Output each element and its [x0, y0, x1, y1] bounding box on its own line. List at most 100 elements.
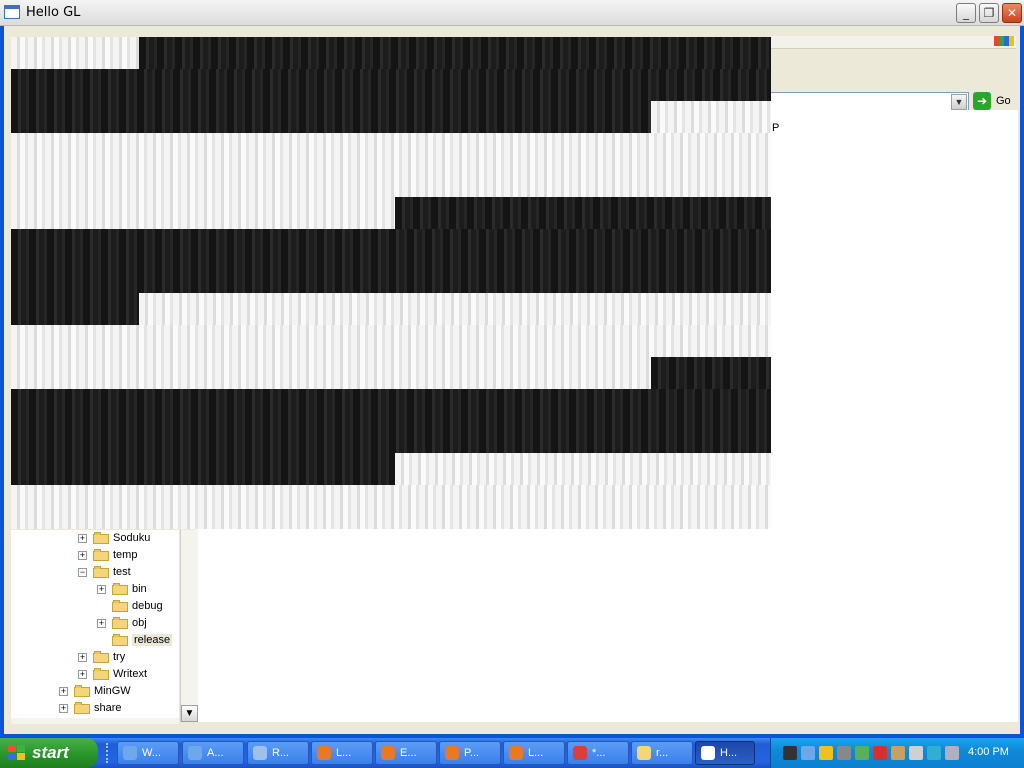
scroll-down-icon[interactable]: ▼ [181, 705, 198, 722]
taskbar-button-label: R... [272, 747, 290, 759]
chevron-down-icon[interactable]: ▼ [951, 94, 967, 110]
tree-item-label: bin [132, 583, 147, 595]
taskbar-button[interactable]: W... [117, 741, 179, 765]
collapse-icon[interactable]: − [78, 567, 87, 577]
expand-icon[interactable]: + [78, 652, 87, 662]
taskbar-button[interactable]: r... [631, 741, 693, 765]
tree-item-label: debug [132, 600, 163, 612]
firefox-icon [381, 746, 395, 760]
minimize-button[interactable]: _ [956, 3, 976, 23]
window-icon [701, 746, 715, 760]
tree-item[interactable]: + obj [97, 615, 147, 631]
folder-icon [112, 617, 128, 630]
users-icon [123, 746, 137, 760]
paint-icon [573, 746, 587, 760]
tree-item[interactable]: + Soduku [78, 530, 150, 546]
expand-icon[interactable]: + [59, 703, 68, 713]
tree-item-label: test [113, 566, 131, 578]
folder-icon [74, 702, 90, 715]
network-icon[interactable] [855, 746, 869, 760]
antivirus-icon[interactable] [873, 746, 887, 760]
tree-item-label: Soduku [113, 532, 151, 544]
firefox-icon [317, 746, 331, 760]
tree-item[interactable]: + temp [78, 547, 137, 563]
clock[interactable]: 4:00 PM [968, 746, 1009, 758]
usb-icon[interactable] [891, 746, 905, 760]
window-icon [4, 5, 20, 19]
tree-item-label: try [113, 651, 126, 663]
tree-item[interactable]: + try [78, 649, 125, 665]
tree-item-label: Writext [113, 668, 148, 680]
window-title: Hello GL [26, 5, 81, 20]
taskbar-button-label: L... [336, 747, 352, 759]
taskbar-button[interactable]: L... [311, 741, 373, 765]
folder-icon [93, 651, 109, 664]
restore-button[interactable]: ❐ [979, 3, 999, 23]
taskbar-button-label: r... [656, 747, 669, 759]
content-text: P [772, 122, 780, 134]
taskbar-button-label: L... [528, 747, 544, 759]
users-icon [188, 746, 202, 760]
close-button[interactable]: ✕ [1002, 3, 1022, 23]
network-icon [253, 746, 267, 760]
disk-icon[interactable] [837, 746, 851, 760]
volume-icon[interactable] [909, 746, 923, 760]
go-arrow-icon[interactable]: ➔ [973, 92, 991, 110]
display-icon[interactable] [927, 746, 941, 760]
folder-icon [93, 532, 109, 545]
folder-tree: + Soduku + temp − test + bin debug + obj release + tr… [11, 530, 179, 720]
expand-icon[interactable]: + [78, 533, 87, 543]
taskbar-button[interactable]: L... [503, 741, 565, 765]
tree-item[interactable]: + Writext [78, 666, 147, 682]
expand-icon[interactable]: + [78, 669, 87, 679]
tree-item-label: obj [132, 617, 147, 629]
taskbar-grip[interactable] [106, 743, 112, 763]
tree-item[interactable]: debug [97, 598, 163, 614]
steam-icon[interactable] [783, 746, 797, 760]
messenger-icon[interactable] [801, 746, 815, 760]
tree-item[interactable]: − test [78, 564, 131, 580]
title-bar[interactable]: Hello GL _ ❐ ✕ [0, 0, 1024, 26]
printer-icon[interactable] [945, 746, 959, 760]
expand-icon[interactable]: + [97, 618, 106, 628]
tree-vertical-scrollbar[interactable]: ▼ [180, 530, 198, 722]
folder-icon [112, 600, 128, 613]
expand-icon [97, 602, 106, 611]
folder-icon [74, 685, 90, 698]
security-shield-icon[interactable] [819, 746, 833, 760]
taskbar-button[interactable]: H... [695, 741, 755, 765]
taskbar-button[interactable]: R... [247, 741, 309, 765]
folder-icon [93, 566, 109, 579]
tree-item[interactable]: + share [59, 700, 122, 716]
tree-item-label: MinGW [94, 685, 131, 697]
tree-item[interactable]: release [97, 632, 173, 648]
taskbar-button-label: *... [592, 747, 606, 759]
expand-icon[interactable]: + [59, 686, 68, 696]
toolbar-strip [770, 36, 1016, 49]
folder-icon [112, 634, 128, 647]
taskbar-button[interactable]: E... [375, 741, 437, 765]
expand-icon[interactable]: + [78, 550, 87, 560]
firefox-icon [509, 746, 523, 760]
start-label: start [32, 743, 69, 762]
opengl-canvas[interactable] [11, 37, 771, 529]
folder-icon [637, 746, 651, 760]
taskbar-button-label: W... [142, 747, 161, 759]
address-input[interactable]: ▼ [764, 92, 969, 112]
taskbar-button[interactable]: *... [567, 741, 629, 765]
windows-logo-icon [8, 745, 26, 761]
tree-item[interactable]: + bin [97, 581, 147, 597]
tree-horizontal-scrollbar[interactable] [11, 718, 179, 724]
tree-item-label: release [132, 634, 173, 646]
start-button[interactable]: start [0, 738, 98, 768]
taskbar-button-label: P... [464, 747, 480, 759]
go-button-label[interactable]: Go [996, 95, 1011, 107]
tree-item-label: temp [113, 549, 138, 561]
taskbar: start W... A... R... L... E... P... L... *... r.… [0, 738, 1024, 768]
expand-icon[interactable]: + [97, 584, 106, 594]
folder-icon [93, 668, 109, 681]
tree-item[interactable]: + MinGW [59, 683, 131, 699]
taskbar-button[interactable]: A... [182, 741, 244, 765]
expand-icon [97, 636, 106, 645]
taskbar-button[interactable]: P... [439, 741, 501, 765]
